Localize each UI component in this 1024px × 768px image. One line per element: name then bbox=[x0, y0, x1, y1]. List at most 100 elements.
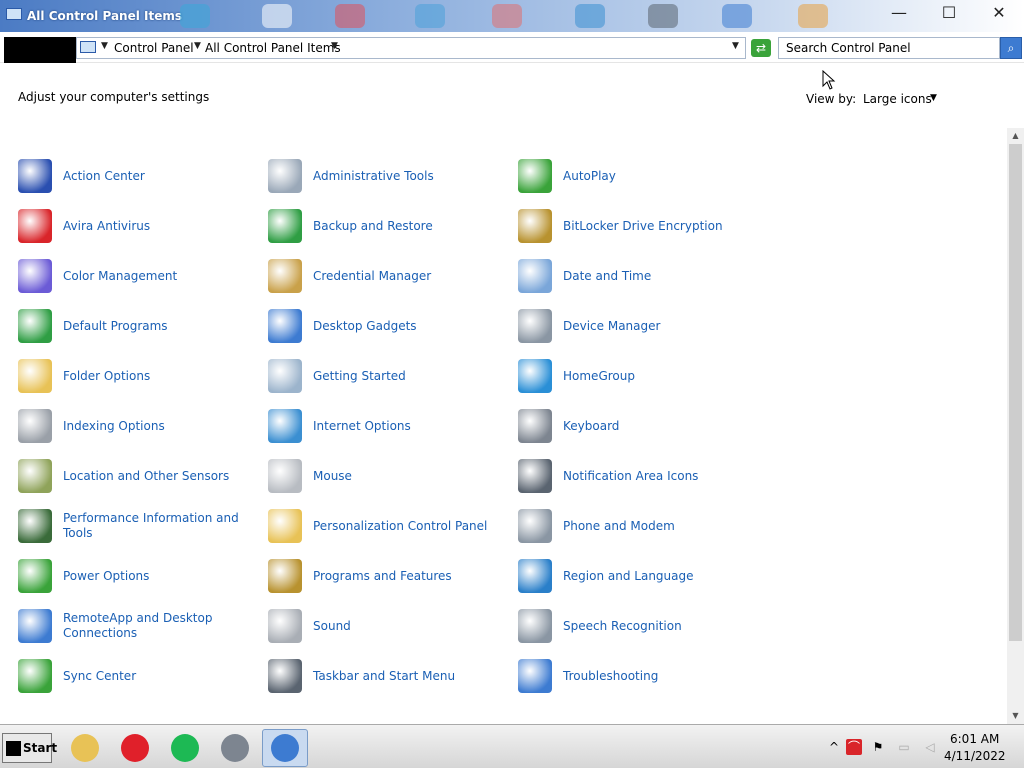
control-panel-item-label[interactable]: Date and Time bbox=[563, 254, 763, 298]
maximize-button[interactable]: ☐ bbox=[924, 0, 974, 24]
control-panel-item[interactable]: Mouse bbox=[268, 454, 518, 504]
control-panel-item-label[interactable]: Speech Recognition bbox=[563, 604, 763, 648]
network-app-icon[interactable] bbox=[212, 729, 258, 767]
action-center-flag-icon[interactable]: ⚑ bbox=[870, 739, 886, 755]
region-icon bbox=[518, 559, 552, 593]
chevron-down-icon[interactable]: ▼ bbox=[930, 93, 937, 103]
show-hidden-icons-button[interactable]: ^ bbox=[826, 739, 842, 755]
control-panel-item-label[interactable]: Region and Language bbox=[563, 554, 763, 598]
control-panel-item[interactable]: Getting Started bbox=[268, 354, 518, 404]
control-panel-item-label[interactable]: Device Manager bbox=[563, 304, 763, 348]
control-panel-item[interactable]: RemoteApp and Desktop Connections bbox=[18, 604, 268, 654]
control-panel-item-label[interactable]: Power Options bbox=[63, 554, 263, 598]
vertical-scrollbar[interactable]: ▲ ▼ bbox=[1007, 128, 1024, 724]
search-icon[interactable]: ⌕ bbox=[1000, 37, 1022, 59]
control-panel-item[interactable]: Personalization Control Panel bbox=[268, 504, 518, 554]
control-panel-item-label[interactable]: Backup and Restore bbox=[313, 204, 513, 248]
control-panel-icon[interactable] bbox=[262, 729, 308, 767]
control-panel-item-label[interactable]: Action Center bbox=[63, 154, 263, 198]
control-panel-item[interactable]: Sync Center bbox=[18, 654, 268, 704]
control-panel-item[interactable]: Speech Recognition bbox=[518, 604, 768, 654]
scroll-down-button[interactable]: ▼ bbox=[1007, 708, 1024, 724]
control-panel-item[interactable]: Notification Area Icons bbox=[518, 454, 768, 504]
control-panel-item-label[interactable]: Credential Manager bbox=[313, 254, 513, 298]
control-panel-item[interactable]: Sound bbox=[268, 604, 518, 654]
control-panel-item[interactable]: Color Management bbox=[18, 254, 268, 304]
close-button[interactable]: ✕ bbox=[974, 0, 1024, 24]
control-panel-item-label[interactable]: Personalization Control Panel bbox=[313, 504, 513, 548]
control-panel-item-label[interactable]: Programs and Features bbox=[313, 554, 513, 598]
control-panel-item-label[interactable]: Notification Area Icons bbox=[563, 454, 763, 498]
control-panel-item[interactable]: Power Options bbox=[18, 554, 268, 604]
control-panel-item-label[interactable]: Location and Other Sensors bbox=[63, 454, 263, 498]
control-panel-item[interactable]: Default Programs bbox=[18, 304, 268, 354]
control-panel-item-label[interactable]: Performance Information and Tools bbox=[63, 504, 263, 548]
chevron-down-icon[interactable]: ▼ bbox=[194, 41, 201, 51]
control-panel-item[interactable]: Taskbar and Start Menu bbox=[268, 654, 518, 704]
opera-icon[interactable] bbox=[112, 729, 158, 767]
chevron-down-icon[interactable]: ▼ bbox=[101, 41, 108, 51]
control-panel-item[interactable]: BitLocker Drive Encryption bbox=[518, 204, 768, 254]
control-panel-item-label[interactable]: HomeGroup bbox=[563, 354, 763, 398]
control-panel-item[interactable]: Date and Time bbox=[518, 254, 768, 304]
control-panel-item[interactable]: Device Manager bbox=[518, 304, 768, 354]
control-panel-item-label[interactable]: Mouse bbox=[313, 454, 513, 498]
control-panel-item-label[interactable]: BitLocker Drive Encryption bbox=[563, 204, 763, 248]
control-panel-item-label[interactable]: Sync Center bbox=[63, 654, 263, 698]
breadcrumb[interactable]: ▼ Control Panel ▼ All Control Panel Item… bbox=[76, 37, 746, 59]
chevron-down-icon[interactable]: ▼ bbox=[331, 41, 338, 51]
avira-tray-icon[interactable]: ⌒ bbox=[846, 739, 862, 755]
control-panel-item[interactable]: Programs and Features bbox=[268, 554, 518, 604]
start-button[interactable]: Start bbox=[2, 733, 57, 763]
spotify-icon[interactable] bbox=[162, 729, 208, 767]
control-panel-item-label[interactable]: RemoteApp and Desktop Connections bbox=[63, 604, 263, 648]
control-panel-item-label[interactable]: Default Programs bbox=[63, 304, 263, 348]
control-panel-item[interactable]: Phone and Modem bbox=[518, 504, 768, 554]
control-panel-item[interactable]: Location and Other Sensors bbox=[18, 454, 268, 504]
control-panel-item[interactable]: AutoPlay bbox=[518, 154, 768, 204]
control-panel-item-label[interactable]: Sound bbox=[313, 604, 513, 648]
control-panel-item-label[interactable]: Troubleshooting bbox=[563, 654, 763, 698]
control-panel-item-label[interactable]: Desktop Gadgets bbox=[313, 304, 513, 348]
control-panel-item[interactable]: Troubleshooting bbox=[518, 654, 768, 704]
control-panel-item[interactable]: Keyboard bbox=[518, 404, 768, 454]
scrollbar-thumb[interactable] bbox=[1009, 144, 1022, 641]
control-panel-item-label[interactable]: Internet Options bbox=[313, 404, 513, 448]
control-panel-item-label[interactable]: Keyboard bbox=[563, 404, 763, 448]
control-panel-item[interactable]: Region and Language bbox=[518, 554, 768, 604]
control-panel-item-label[interactable]: Administrative Tools bbox=[313, 154, 513, 198]
control-panel-item[interactable]: Backup and Restore bbox=[268, 204, 518, 254]
volume-icon[interactable]: ◁ bbox=[922, 739, 938, 755]
control-panel-item-label[interactable]: Indexing Options bbox=[63, 404, 263, 448]
control-panel-item[interactable]: Performance Information and Tools bbox=[18, 504, 268, 554]
control-panel-item[interactable]: Indexing Options bbox=[18, 404, 268, 454]
control-panel-item[interactable]: Desktop Gadgets bbox=[268, 304, 518, 354]
control-panel-item-label[interactable]: Getting Started bbox=[313, 354, 513, 398]
network-icon[interactable]: ▭ bbox=[896, 739, 912, 755]
control-panel-item[interactable]: Internet Options bbox=[268, 404, 518, 454]
clock-time[interactable]: 6:01 AM bbox=[950, 732, 999, 746]
control-panel-item-label[interactable]: Color Management bbox=[63, 254, 263, 298]
clock-date[interactable]: 4/11/2022 bbox=[944, 749, 1006, 763]
control-panel-item-label[interactable]: AutoPlay bbox=[563, 154, 763, 198]
history-dropdown-icon[interactable]: ▼ bbox=[732, 41, 739, 51]
search-input[interactable]: Search Control Panel bbox=[778, 37, 1000, 59]
control-panel-item-label[interactable]: Phone and Modem bbox=[563, 504, 763, 548]
breadcrumb-all-items[interactable]: All Control Panel Items bbox=[205, 41, 341, 55]
control-panel-item[interactable]: Folder Options bbox=[18, 354, 268, 404]
indexing-icon bbox=[18, 409, 52, 443]
scroll-up-button[interactable]: ▲ bbox=[1007, 128, 1024, 144]
breadcrumb-control-panel[interactable]: Control Panel bbox=[114, 41, 194, 55]
refresh-button[interactable]: ⇄ bbox=[751, 39, 771, 57]
control-panel-item[interactable]: Administrative Tools bbox=[268, 154, 518, 204]
control-panel-item-label[interactable]: Avira Antivirus bbox=[63, 204, 263, 248]
control-panel-item[interactable]: Credential Manager bbox=[268, 254, 518, 304]
control-panel-item[interactable]: Avira Antivirus bbox=[18, 204, 268, 254]
control-panel-item-label[interactable]: Folder Options bbox=[63, 354, 263, 398]
control-panel-item[interactable]: Action Center bbox=[18, 154, 268, 204]
minimize-button[interactable]: — bbox=[874, 0, 924, 24]
view-by-dropdown[interactable]: Large icons bbox=[863, 92, 932, 106]
control-panel-item[interactable]: HomeGroup bbox=[518, 354, 768, 404]
control-panel-item-label[interactable]: Taskbar and Start Menu bbox=[313, 654, 513, 698]
file-explorer-icon[interactable] bbox=[62, 729, 108, 767]
